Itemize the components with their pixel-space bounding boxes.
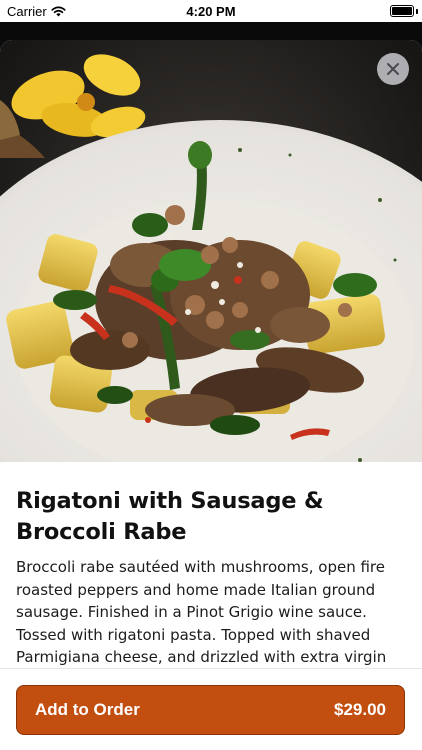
item-title: Rigatoni with Sausage & Broccoli Rabe [16,488,324,545]
order-footer: Add to Order $29.00 [0,668,422,750]
add-to-order-label: Add to Order [35,700,140,719]
status-bar: Carrier 4:20 PM [0,0,422,22]
close-icon [387,63,399,75]
item-content: Rigatoni with Sausage & Broccoli Rabe Br… [16,486,406,669]
item-description: Broccoli rabe sautéed with mushrooms, op… [16,558,387,666]
pasta-dish-photo [0,40,422,462]
battery-tip [416,9,418,14]
battery-icon [390,5,414,17]
add-to-order-button[interactable]: Add to Order $29.00 [16,685,405,735]
item-price: $29.00 [334,700,386,719]
item-detail-sheet: Rigatoni with Sausage & Broccoli Rabe Br… [0,40,422,750]
close-button[interactable] [377,53,409,85]
status-time: 4:20 PM [186,4,236,19]
